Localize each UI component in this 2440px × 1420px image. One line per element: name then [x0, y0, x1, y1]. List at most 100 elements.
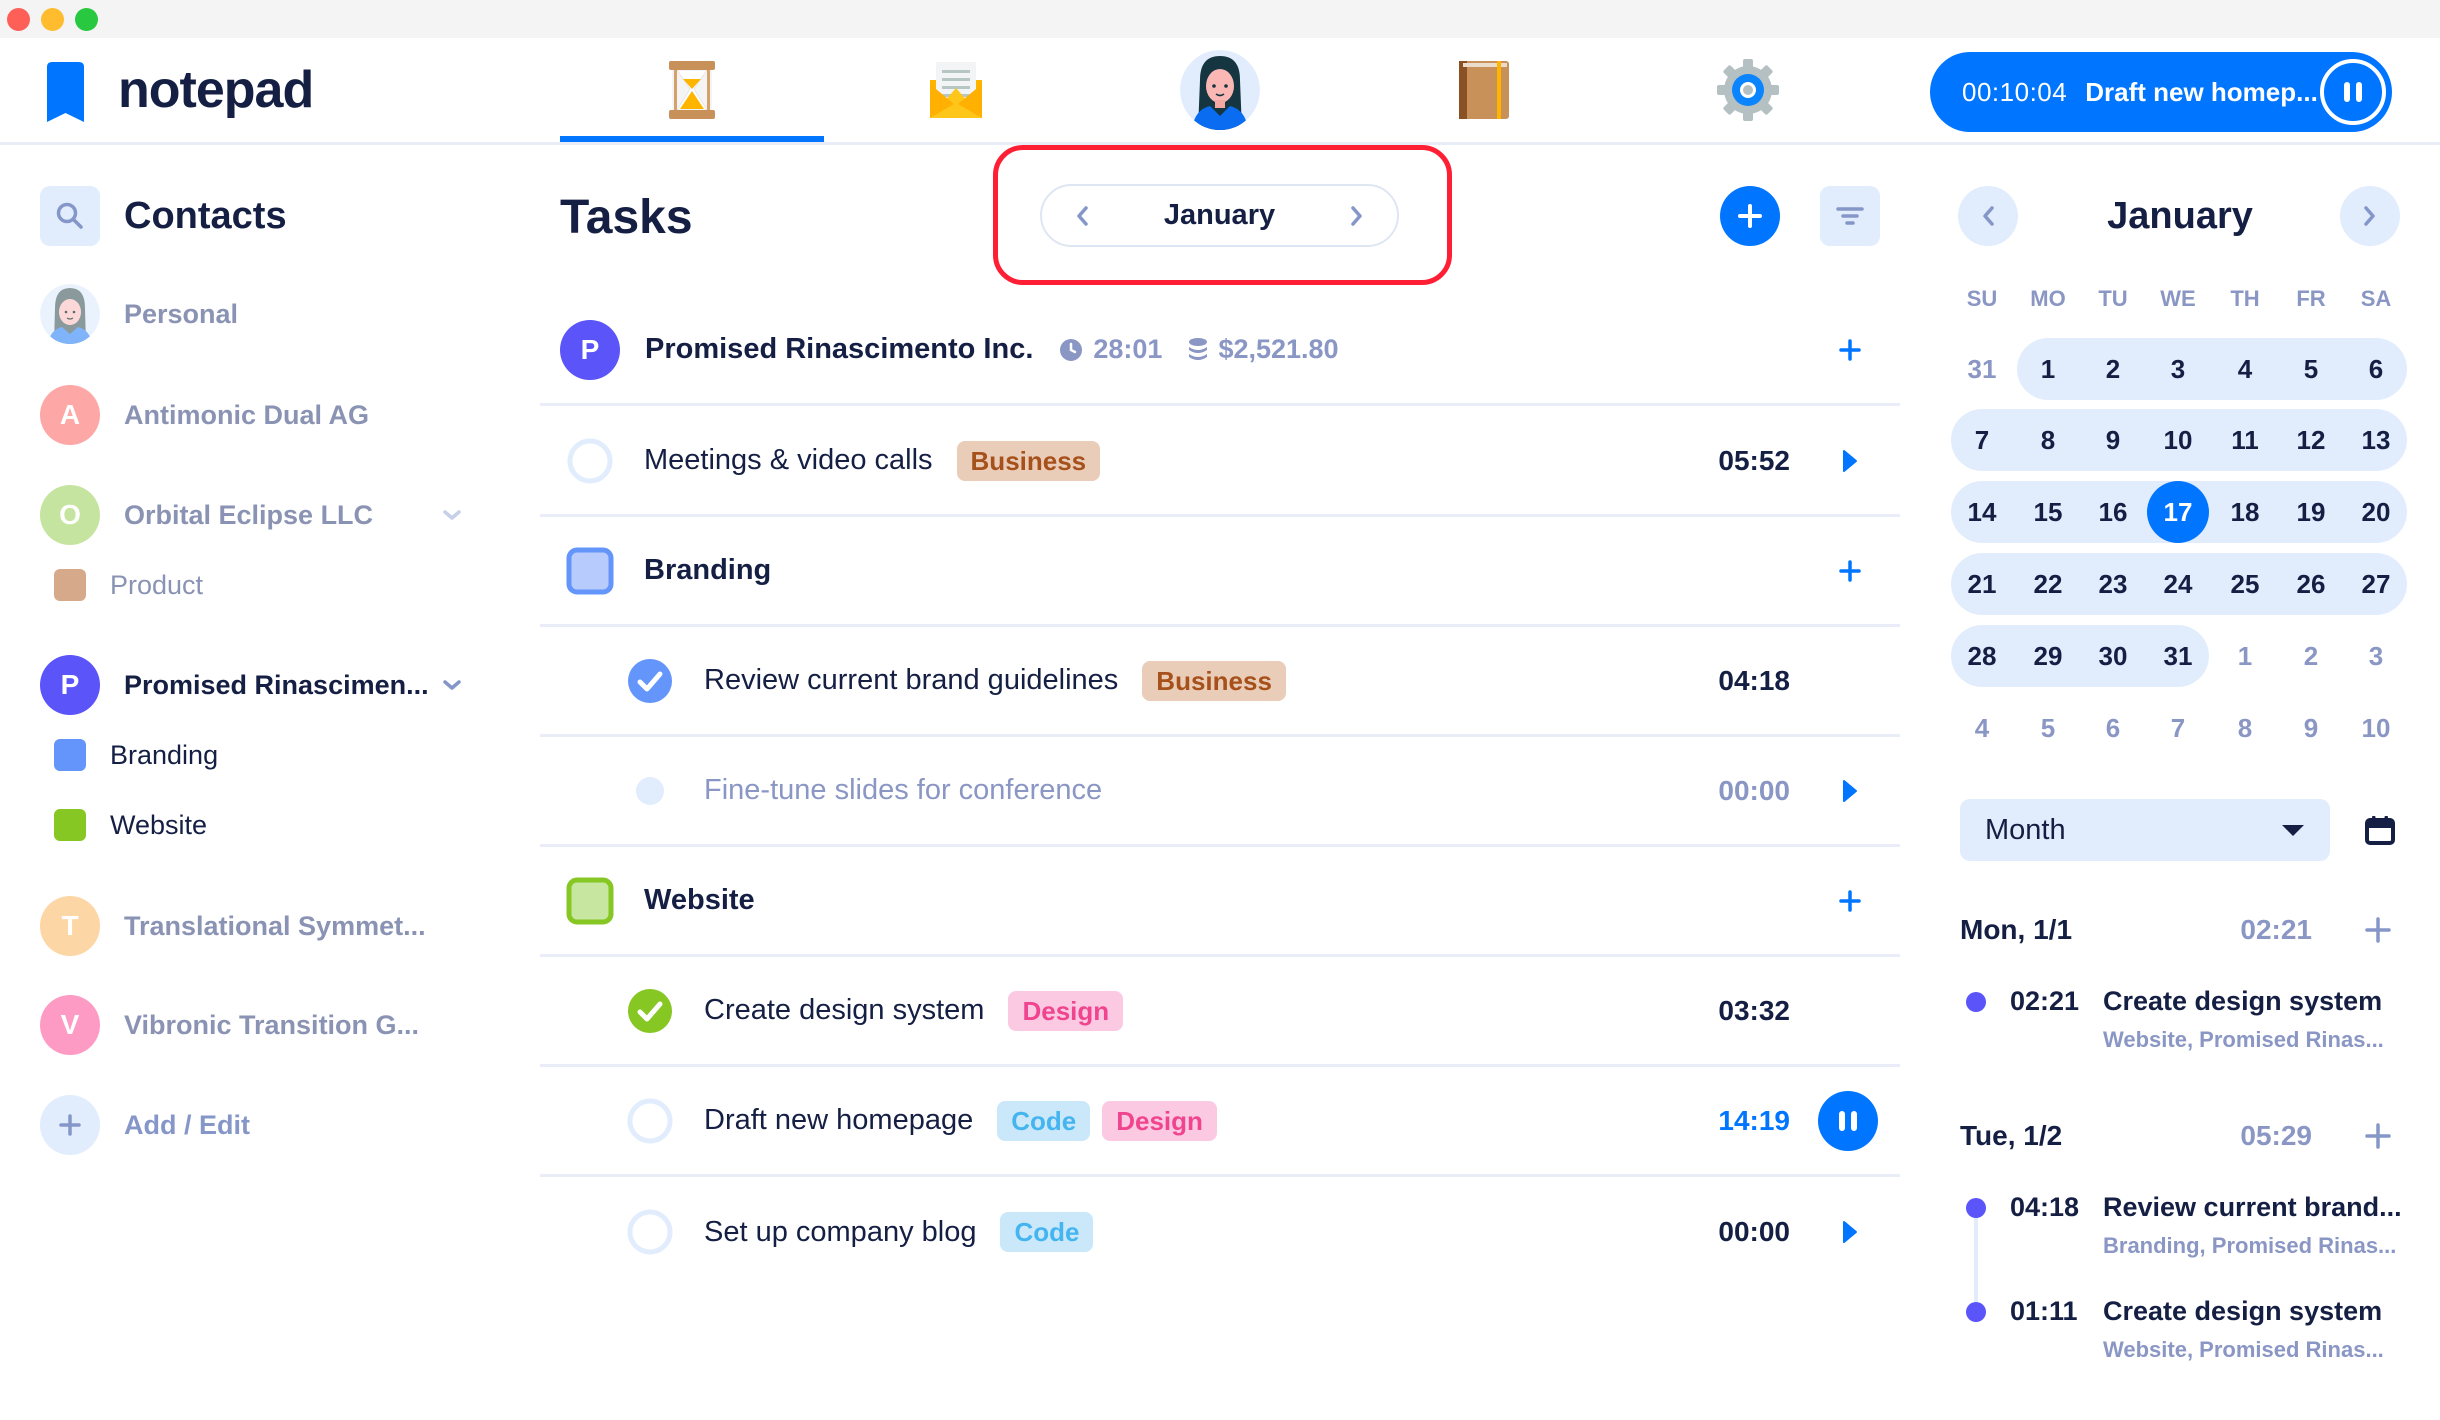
calendar-day[interactable]: 3 — [2345, 625, 2407, 687]
task-row[interactable]: Fine-tune slides for conference 00:00 — [540, 737, 1900, 847]
calendar-prev-month-button[interactable] — [1958, 186, 2018, 246]
nav-tab-profile[interactable] — [1088, 38, 1352, 142]
calendar-day[interactable]: 10 — [2147, 409, 2209, 471]
task-checkbox[interactable] — [626, 1097, 674, 1145]
calendar-day[interactable]: 8 — [2214, 697, 2276, 759]
agenda-add-entry-button[interactable] — [2364, 1122, 2392, 1150]
contacts-search-button[interactable] — [40, 186, 100, 246]
calendar-day[interactable]: 24 — [2147, 553, 2209, 615]
calendar-day[interactable]: 18 — [2214, 481, 2276, 543]
task-row[interactable]: Set up company blog Code 00:00 — [540, 1177, 1900, 1287]
calendar-day[interactable]: 4 — [1951, 697, 2013, 759]
add-task-button[interactable] — [1720, 186, 1780, 246]
start-timer-button[interactable] — [1820, 761, 1880, 821]
calendar-day[interactable]: 12 — [2280, 409, 2342, 471]
agenda-entry-title[interactable]: Create design system — [2103, 1296, 2382, 1327]
pause-timer-button[interactable] — [1818, 1090, 1878, 1151]
calendar-day[interactable]: 30 — [2082, 625, 2144, 687]
calendar-day-today[interactable]: 17 — [2147, 481, 2209, 543]
sidebar-project-product[interactable]: Product — [40, 555, 480, 615]
calendar-day[interactable]: 8 — [2017, 409, 2079, 471]
project-row-branding[interactable]: Branding — [540, 517, 1900, 627]
calendar-day[interactable]: 31 — [2147, 625, 2209, 687]
chevron-down-icon[interactable] — [440, 503, 464, 527]
calendar-day[interactable]: 6 — [2082, 697, 2144, 759]
window-minimize-button[interactable] — [41, 8, 64, 31]
running-timer-pill[interactable]: 00:10:04 Draft new homep... — [1930, 52, 2392, 132]
calendar-day[interactable]: 9 — [2280, 697, 2342, 759]
calendar-day[interactable]: 7 — [2147, 697, 2209, 759]
start-timer-button[interactable] — [1820, 1202, 1880, 1262]
calendar-day[interactable]: 19 — [2280, 481, 2342, 543]
calendar-day[interactable]: 26 — [2280, 553, 2342, 615]
weekday-header: FR — [2296, 286, 2326, 311]
task-row[interactable]: Meetings & video calls Business 05:52 — [540, 407, 1900, 517]
sidebar-project-website[interactable]: Website — [40, 795, 480, 855]
task-checkbox[interactable] — [626, 1208, 674, 1256]
task-checkbox[interactable] — [566, 437, 614, 485]
calendar-day[interactable]: 3 — [2147, 338, 2209, 400]
sidebar-item-translational-symmetry[interactable]: T Translational Symmet... — [40, 896, 480, 956]
calendar-day[interactable]: 16 — [2082, 481, 2144, 543]
chevron-down-icon[interactable] — [440, 673, 464, 697]
task-checkbox-checked[interactable] — [626, 987, 674, 1035]
calendar-day[interactable]: 6 — [2345, 338, 2407, 400]
project-row-website[interactable]: Website — [540, 847, 1900, 957]
add-task-to-project-button[interactable] — [1820, 871, 1880, 931]
task-checkbox-checked[interactable] — [626, 657, 674, 705]
calendar-day[interactable]: 1 — [2017, 338, 2079, 400]
calendar-day[interactable]: 4 — [2214, 338, 2276, 400]
calendar-view-select[interactable]: Month — [1960, 799, 2330, 861]
calendar-day[interactable]: 2 — [2280, 625, 2342, 687]
calendar-day[interactable]: 20 — [2345, 481, 2407, 543]
calendar-day[interactable]: 2 — [2082, 338, 2144, 400]
timer-pause-button[interactable] — [2320, 59, 2386, 125]
calendar-day[interactable]: 7 — [1951, 409, 2013, 471]
filter-button[interactable] — [1820, 186, 1880, 246]
calendar-day[interactable]: 10 — [2345, 697, 2407, 759]
sidebar-item-promised-rinascimento[interactable]: P Promised Rinascimen... — [40, 655, 480, 715]
calendar-day[interactable]: 11 — [2214, 409, 2276, 471]
task-row[interactable]: Review current brand guidelines Business… — [540, 627, 1900, 737]
sidebar-item-personal[interactable]: Personal — [40, 284, 480, 344]
calendar-picker-button[interactable] — [2360, 810, 2400, 850]
calendar-day[interactable]: 25 — [2214, 553, 2276, 615]
calendar-day[interactable]: 13 — [2345, 409, 2407, 471]
sidebar-item-orbital-eclipse[interactable]: O Orbital Eclipse LLC — [40, 485, 480, 545]
calendar-day[interactable]: 15 — [2017, 481, 2079, 543]
calendar-day[interactable]: 21 — [1951, 553, 2013, 615]
task-row-running[interactable]: Draft new homepage Code Design 14:19 — [540, 1067, 1900, 1177]
calendar-day[interactable]: 5 — [2280, 338, 2342, 400]
calendar-next-month-button[interactable] — [2340, 186, 2400, 246]
agenda-add-entry-button[interactable] — [2364, 916, 2392, 944]
sidebar-project-branding[interactable]: Branding — [40, 725, 480, 785]
calendar-day[interactable]: 28 — [1951, 625, 2013, 687]
window-close-button[interactable] — [7, 8, 30, 31]
calendar-day[interactable]: 27 — [2345, 553, 2407, 615]
calendar-day[interactable]: 29 — [2017, 625, 2079, 687]
previous-period-button[interactable] — [1070, 201, 1094, 231]
window-maximize-button[interactable] — [75, 8, 98, 31]
agenda-entry-title[interactable]: Create design system — [2103, 986, 2382, 1017]
nav-tab-timer[interactable] — [560, 38, 824, 142]
sidebar-item-vibronic-transition[interactable]: V Vibronic Transition G... — [40, 995, 480, 1055]
agenda-entry-title[interactable]: Review current brand... — [2103, 1192, 2402, 1223]
calendar-day[interactable]: 22 — [2017, 553, 2079, 615]
calendar-day[interactable]: 9 — [2082, 409, 2144, 471]
calendar-day[interactable]: 23 — [2082, 553, 2144, 615]
sidebar-item-antimonic-dual[interactable]: A Antimonic Dual AG — [40, 385, 480, 445]
calendar-day[interactable]: 1 — [2214, 625, 2276, 687]
nav-tab-settings[interactable] — [1616, 38, 1880, 142]
start-timer-button[interactable] — [1820, 431, 1880, 491]
nav-tab-mail[interactable] — [824, 38, 1088, 142]
calendar-day[interactable]: 31 — [1951, 338, 2013, 400]
project-title: Website — [644, 884, 755, 916]
sidebar-add-edit-button[interactable]: Add / Edit — [40, 1095, 480, 1155]
task-row[interactable]: Create design system Design 03:32 — [540, 957, 1900, 1067]
next-period-button[interactable] — [1345, 201, 1369, 231]
add-task-to-client-button[interactable] — [1820, 320, 1880, 380]
calendar-day[interactable]: 5 — [2017, 697, 2079, 759]
calendar-day[interactable]: 14 — [1951, 481, 2013, 543]
nav-tab-notebook[interactable] — [1352, 38, 1616, 142]
add-task-to-project-button[interactable] — [1820, 541, 1880, 601]
